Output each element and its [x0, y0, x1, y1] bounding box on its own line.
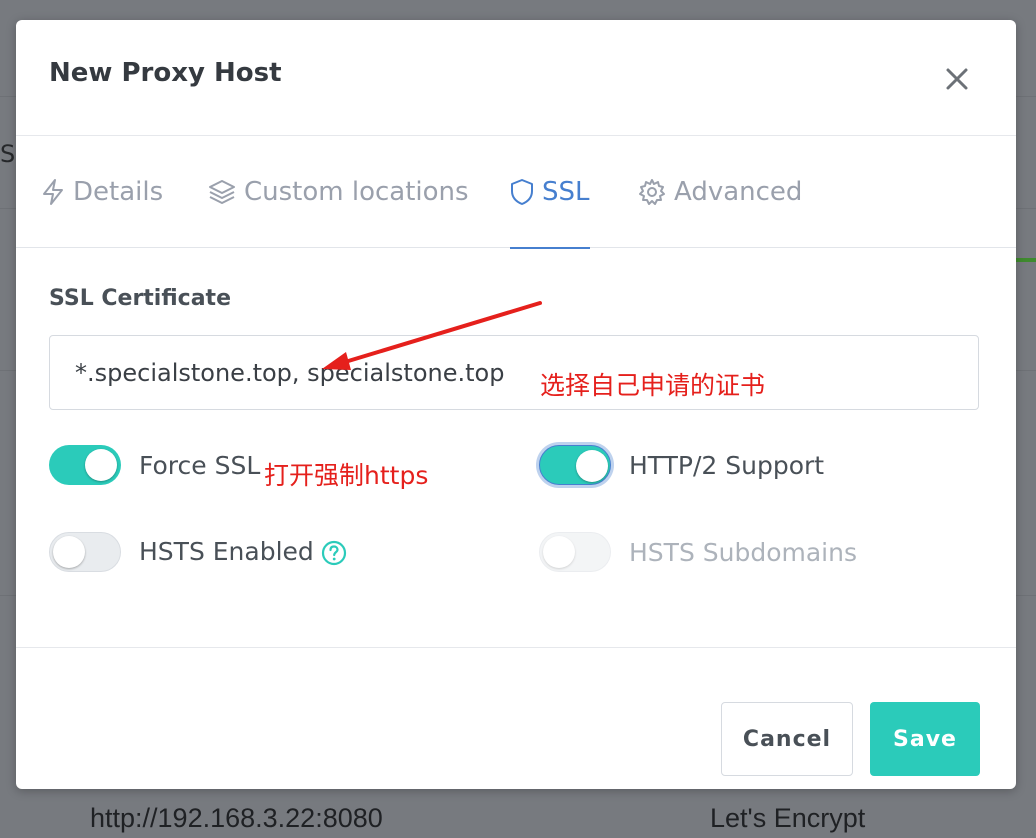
http2-row: HTTP/2 Support	[539, 445, 824, 485]
hsts-label-text: HSTS Enabled	[139, 537, 314, 566]
hsts-subdomains-row: HSTS Subdomains	[539, 532, 857, 572]
hsts-toggle[interactable]	[49, 532, 121, 572]
toggle-knob	[53, 536, 85, 568]
http2-label: HTTP/2 Support	[629, 450, 825, 480]
hsts-subdomains-toggle[interactable]	[539, 532, 611, 572]
modal-title: New Proxy Host	[49, 58, 282, 88]
help-icon[interactable]	[320, 539, 348, 567]
force-ssl-label: Force SSL	[139, 450, 261, 480]
tab-details[interactable]: Details	[41, 136, 163, 248]
tab-label: SSL	[542, 177, 590, 207]
hsts-label: HSTS Enabled	[139, 537, 348, 567]
force-ssl-toggle[interactable]	[49, 445, 121, 485]
modal-header: New Proxy Host	[16, 20, 1016, 136]
close-icon	[946, 68, 968, 90]
ssl-certificate-label: SSL Certificate	[49, 286, 231, 311]
toggle-knob	[85, 449, 117, 481]
save-button[interactable]: Save	[870, 702, 980, 776]
close-button[interactable]	[936, 58, 978, 100]
cancel-button[interactable]: Cancel	[721, 702, 853, 776]
modal-footer: Cancel Save	[16, 647, 1016, 789]
tab-bar: Details Custom locations SSL Advanced	[16, 136, 1016, 249]
toggle-knob	[543, 536, 575, 568]
ssl-certificate-select[interactable]: *.specialstone.top, specialstone.top	[49, 335, 979, 410]
annotation-force-note: 打开强制https	[264, 461, 429, 490]
bg-row-ssl: Let's Encrypt	[710, 803, 866, 833]
layers-icon	[209, 180, 235, 204]
tab-ssl[interactable]: SSL	[510, 136, 590, 249]
http2-toggle[interactable]	[539, 445, 611, 485]
tab-custom-locations[interactable]: Custom locations	[208, 136, 469, 248]
toggle-knob	[576, 450, 608, 482]
ssl-certificate-value: *.specialstone.top, specialstone.top	[75, 358, 505, 387]
hsts-subdomains-label: HSTS Subdomains	[629, 537, 857, 567]
annotation-cert-note: 选择自己申请的证书	[540, 371, 766, 400]
lightning-icon	[43, 179, 63, 205]
bg-row-address: http://192.168.3.22:8080	[90, 803, 383, 833]
gear-icon	[639, 179, 665, 205]
tab-label: Advanced	[674, 177, 803, 207]
tab-label: Details	[73, 177, 164, 207]
bg-green-bar	[1016, 258, 1036, 262]
shield-icon	[511, 179, 533, 205]
force-ssl-row: Force SSL	[49, 445, 260, 485]
tab-label: Custom locations	[244, 177, 469, 207]
proxy-host-dialog: New Proxy Host Details Custom locations	[16, 20, 1016, 789]
hsts-row: HSTS Enabled	[49, 532, 348, 572]
tab-advanced[interactable]: Advanced	[638, 136, 802, 248]
